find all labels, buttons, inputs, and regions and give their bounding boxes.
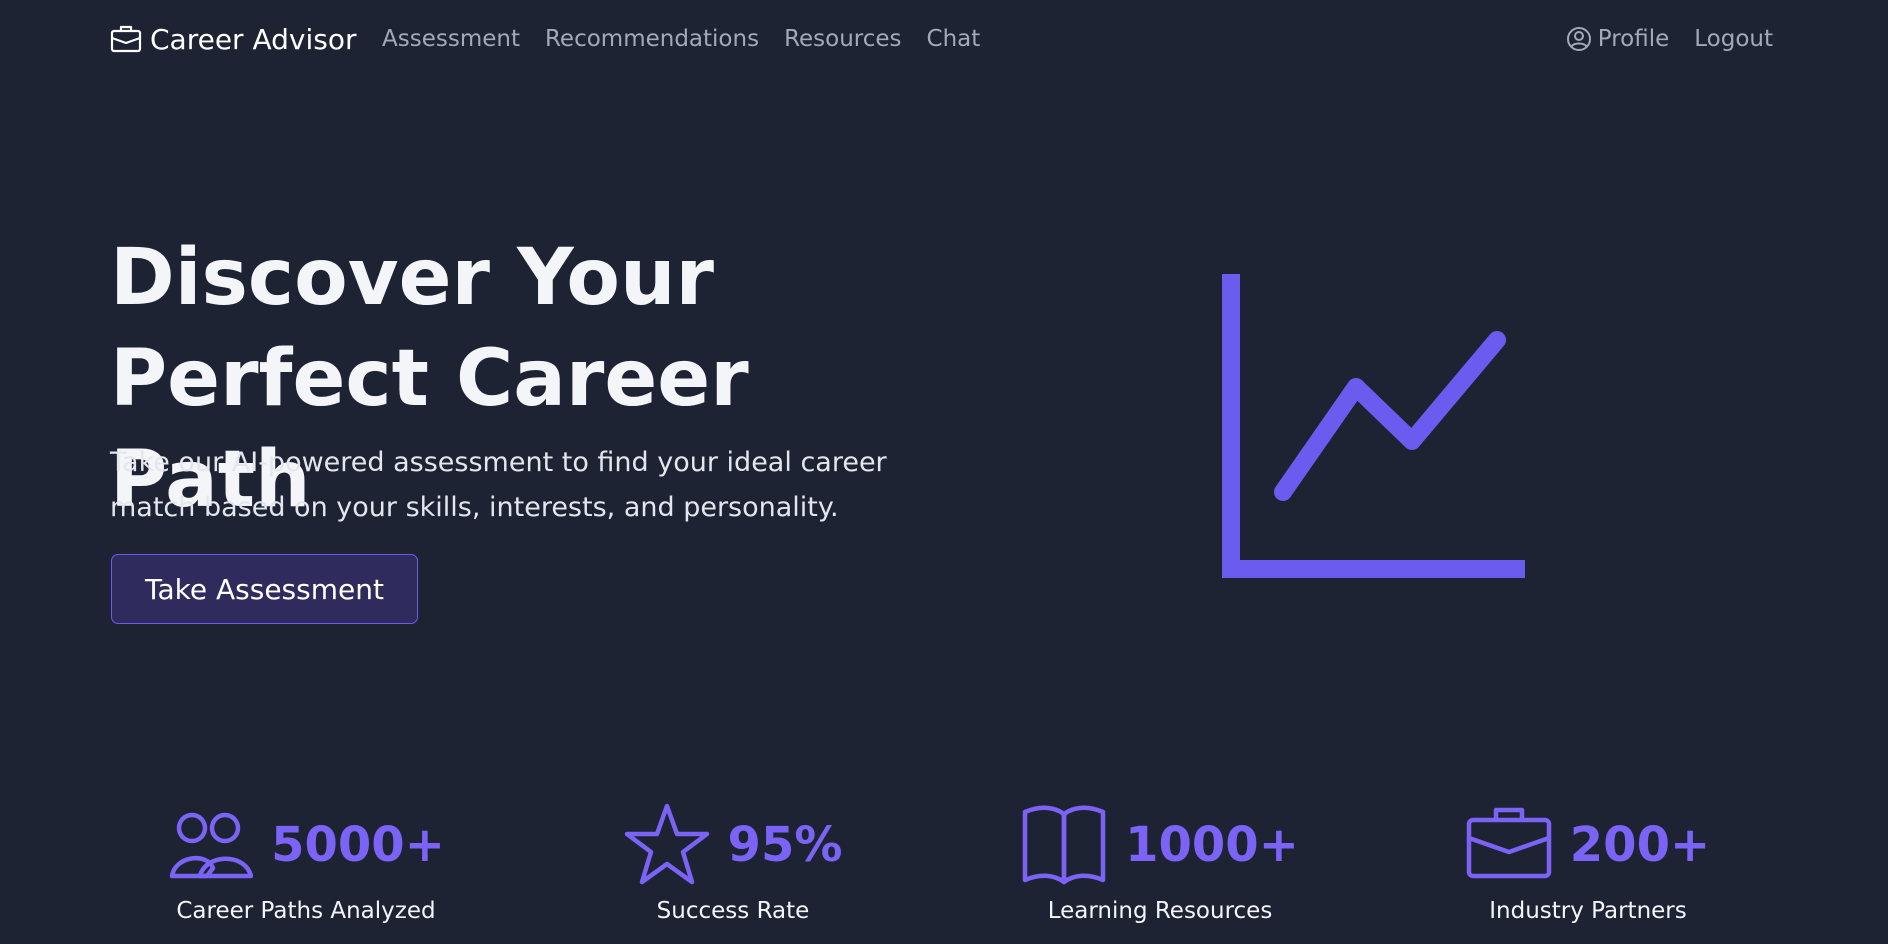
nav-link-resources[interactable]: Resources: [784, 26, 901, 52]
line-chart-icon: [1222, 274, 1528, 578]
stat-value: 95%: [727, 817, 843, 873]
profile-label: Profile: [1597, 26, 1670, 52]
hero-subtitle-line2: match based on your skills, interests, a…: [110, 492, 839, 523]
stat-value: 5000+: [271, 817, 445, 873]
nav-links: Assessment Recommendations Resources Cha…: [382, 22, 980, 56]
stat-industry-partners: 200+ Industry Partners: [1398, 800, 1778, 940]
stat-success-rate: 95% Success Rate: [543, 800, 923, 940]
people-icon: [167, 802, 254, 888]
profile-link[interactable]: Profile: [1566, 26, 1670, 52]
briefcase-icon: [1466, 802, 1552, 888]
stat-label: Success Rate: [656, 898, 810, 924]
navbar: Career Advisor Assessment Recommendation…: [0, 0, 1888, 78]
stat-career-paths: 5000+ Career Paths Analyzed: [116, 800, 496, 940]
stat-learning-resources: 1000+ Learning Resources: [970, 800, 1350, 940]
hero-title-line1: Discover Your: [110, 233, 715, 323]
logout-link[interactable]: Logout: [1694, 26, 1773, 52]
stat-value: 1000+: [1125, 817, 1299, 873]
star-icon: [624, 802, 710, 888]
hero-subtitle: Take our AI-powered assessment to find y…: [110, 440, 910, 530]
book-icon: [1021, 802, 1107, 888]
nav-right: Profile Logout: [1566, 22, 1773, 56]
brand-label: Career Advisor: [150, 22, 357, 56]
stat-label: Learning Resources: [1047, 898, 1273, 924]
hero-subtitle-line1: Take our AI-powered assessment to find y…: [110, 447, 887, 478]
nav-link-assessment[interactable]: Assessment: [382, 26, 520, 52]
stat-value: 200+: [1569, 817, 1711, 873]
nav-link-chat[interactable]: Chat: [927, 26, 981, 52]
briefcase-icon: [110, 23, 142, 55]
user-circle-icon: [1566, 26, 1592, 52]
take-assessment-button[interactable]: Take Assessment: [111, 554, 418, 624]
stat-label: Career Paths Analyzed: [176, 898, 436, 924]
brand-link[interactable]: Career Advisor: [110, 18, 357, 60]
stat-label: Industry Partners: [1489, 898, 1687, 924]
nav-link-recommendations[interactable]: Recommendations: [545, 26, 759, 52]
